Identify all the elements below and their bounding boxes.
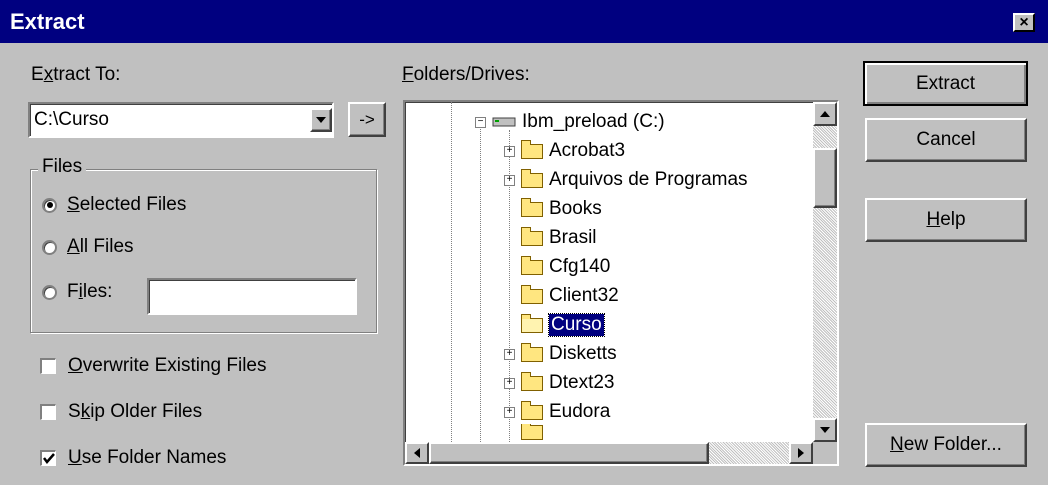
drive-icon [492, 117, 516, 127]
close-icon: × [1019, 14, 1029, 31]
tree-item-label: Brasil [549, 227, 597, 248]
folder-icon [521, 139, 543, 159]
extract-button[interactable]: Extract [863, 61, 1028, 106]
folder-icon [521, 197, 543, 217]
folder-icon [521, 371, 543, 391]
radio-dot [46, 202, 53, 208]
scroll-corner [813, 442, 837, 464]
folder-icon [521, 226, 543, 246]
tree-folder-item[interactable]: + Eudora [504, 398, 610, 426]
tree-item-label: Client32 [549, 285, 619, 306]
scroll-down-button[interactable] [813, 418, 837, 442]
tree-folder-item[interactable]: + Dtext23 [504, 369, 614, 397]
files-pattern-input[interactable] [147, 278, 357, 315]
tree-folder-item[interactable]: Cfg140 [504, 253, 610, 281]
tree-folder-item-partial[interactable] [504, 424, 549, 440]
window-title: Extract [10, 9, 85, 34]
checkbox-label: Overwrite Existing Files [68, 355, 267, 376]
tree-item-label: Ibm_preload (C:) [522, 111, 665, 132]
browse-arrow-button[interactable]: -> [348, 102, 386, 137]
folder-icon [521, 168, 543, 188]
radio-indicator [42, 197, 57, 213]
button-label: Extract [915, 72, 976, 94]
radio-files-pattern[interactable]: Files: [42, 281, 112, 303]
tree-line [451, 102, 452, 442]
checkbox-label: Use Folder Names [68, 447, 227, 468]
tree-item-label: Acrobat3 [549, 140, 626, 161]
extract-to-label: Extract To: [31, 64, 121, 85]
radio-label: Files: [67, 281, 113, 302]
folder-icon [521, 400, 543, 420]
scroll-up-button[interactable] [813, 102, 837, 126]
tree-item-label: Books [549, 198, 602, 219]
checkbox-box [40, 450, 56, 466]
extract-to-combo[interactable]: C:\Curso [28, 102, 334, 138]
arrow-right-icon [798, 448, 804, 458]
expand-icon: + [504, 406, 515, 418]
arrow-up-icon [820, 111, 830, 117]
checkmark-icon [42, 453, 55, 464]
radio-indicator [42, 239, 57, 255]
horizontal-scroll-thumb[interactable] [429, 442, 709, 464]
tree-item-label: Arquivos de Programas [549, 169, 748, 190]
arrow-down-icon [820, 427, 830, 433]
extract-to-value: C:\Curso [34, 109, 109, 130]
tree-folder-item[interactable]: Brasil [504, 224, 597, 252]
title-bar: Extract × [0, 0, 1048, 43]
expand-icon: + [504, 348, 515, 360]
tree-folder-item[interactable]: + Disketts [504, 340, 617, 368]
radio-label: Selected Files [67, 194, 187, 215]
folder-icon [521, 424, 543, 440]
button-label: New Folder... [890, 434, 1002, 455]
scroll-right-button[interactable] [789, 442, 813, 464]
radio-label: All Files [67, 236, 134, 257]
arrow-left-icon [414, 448, 420, 458]
new-folder-button[interactable]: New Folder... [865, 423, 1027, 467]
tree-folder-item[interactable]: + Acrobat3 [504, 137, 625, 165]
tree-item-label: Curso [548, 313, 605, 337]
files-group-label: Files [38, 156, 87, 178]
scroll-left-button[interactable] [405, 442, 429, 464]
tree-item-label: Disketts [549, 343, 617, 364]
cancel-button[interactable]: Cancel [865, 118, 1027, 162]
tree-folder-item[interactable]: + Arquivos de Programas [504, 166, 748, 194]
help-button[interactable]: Help [865, 198, 1027, 242]
tree-drive-item[interactable]: − Ibm_preload (C:) [475, 108, 665, 136]
open-folder-icon [521, 313, 543, 333]
button-label: Cancel [916, 129, 976, 150]
close-button[interactable]: × [1013, 13, 1035, 32]
expand-icon: + [504, 145, 515, 157]
button-label: Help [926, 209, 966, 230]
folder-icon [521, 342, 543, 362]
checkbox-box [40, 404, 56, 420]
tree-item-label: Cfg140 [549, 256, 611, 277]
checkbox-skip-older[interactable]: Skip Older Files [40, 401, 202, 423]
expand-icon: + [504, 174, 515, 186]
tree-item-label: Dtext23 [549, 372, 615, 393]
extract-dialog: Extract × Extract To: C:\Curso -> Files … [0, 0, 1048, 485]
tree-line [480, 126, 481, 442]
folder-icon [521, 255, 543, 275]
checkbox-label: Skip Older Files [68, 401, 203, 422]
folder-icon [521, 284, 543, 304]
combo-dropdown-button[interactable] [310, 108, 332, 132]
chevron-down-icon [316, 117, 326, 123]
tree-folder-item[interactable]: Books [504, 195, 602, 223]
radio-indicator [42, 284, 57, 300]
checkbox-use-folder-names[interactable]: Use Folder Names [40, 447, 226, 469]
expand-icon: + [504, 377, 515, 389]
tree-folder-item[interactable]: Client32 [504, 282, 619, 310]
checkbox-overwrite-existing[interactable]: Overwrite Existing Files [40, 355, 267, 377]
tree-item-label: Eudora [549, 401, 611, 422]
arrow-label: -> [359, 109, 375, 129]
radio-selected-files[interactable]: Selected Files [42, 194, 186, 216]
folders-drives-label: Folders/Drives: [402, 64, 530, 85]
folder-tree[interactable]: − Ibm_preload (C:) + Acrobat3 + Arquivos… [403, 100, 839, 466]
radio-all-files[interactable]: All Files [42, 236, 134, 258]
collapse-icon: − [475, 116, 486, 128]
vertical-scroll-thumb[interactable] [813, 148, 837, 208]
checkbox-box [40, 358, 56, 374]
tree-folder-item-selected[interactable]: Curso [504, 311, 605, 339]
